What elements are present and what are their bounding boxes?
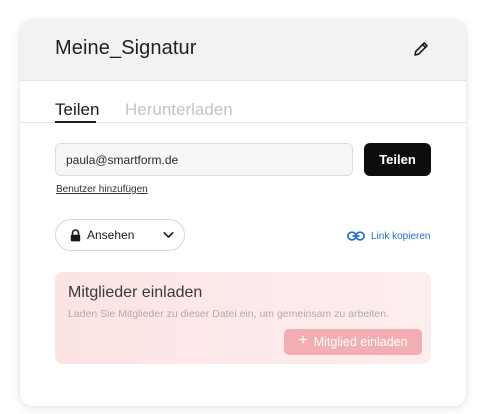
invite-description: Laden Sie Mitglieder zu dieser Datei ein… [68,308,390,320]
edit-button[interactable] [408,36,434,62]
active-tab-indicator [55,121,96,123]
pencil-icon [414,42,428,56]
chevron-down-icon [163,232,174,238]
copy-link-label: Link kopieren [371,230,431,242]
tab-share[interactable]: Teilen [55,100,99,120]
share-dialog: Meine_Signatur Teilen Herunterladen Teil… [20,20,466,406]
email-input[interactable] [55,143,353,176]
dialog-title: Meine_Signatur [55,37,197,59]
tab-bar: Teilen Herunterladen [20,100,466,123]
permission-label: Ansehen [87,228,135,242]
tab-download[interactable]: Herunterladen [125,100,233,120]
invite-title: Mitglieder einladen [68,284,203,301]
invite-members-panel: Mitglieder einladen Laden Sie Mitglieder… [55,272,431,364]
add-user-link[interactable]: Benutzer hinzufügen [56,184,148,195]
link-icon [347,231,365,241]
copy-link-button[interactable]: Link kopieren [347,228,430,244]
share-button[interactable]: Teilen [364,143,431,176]
plus-icon: + [298,332,308,349]
permission-dropdown[interactable]: Ansehen [55,219,185,251]
invite-member-button[interactable]: + Mitglied einladen [284,329,422,355]
dialog-header: Meine_Signatur [20,20,466,81]
invite-member-label: Mitglied einladen [313,335,408,349]
lock-icon [70,229,81,242]
